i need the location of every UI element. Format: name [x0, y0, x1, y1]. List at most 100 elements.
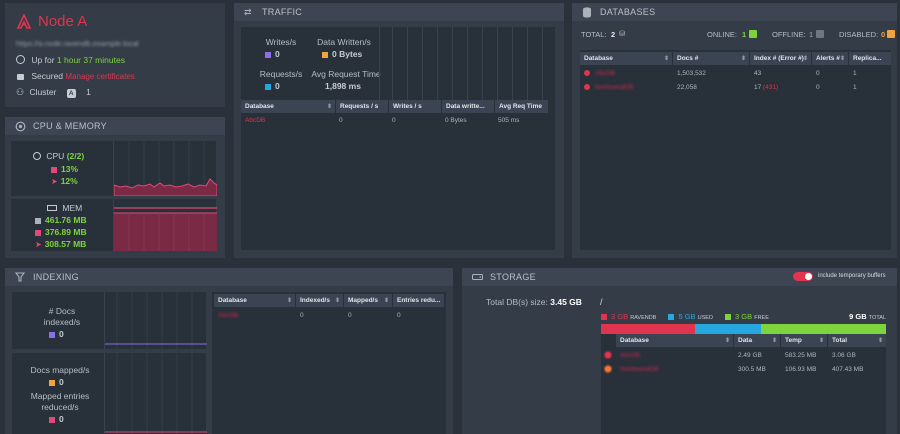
traffic-col-requests[interactable]: Requests / s — [335, 100, 388, 113]
manage-certificates-link[interactable]: Manage certificates — [65, 72, 134, 81]
grid-line — [467, 27, 468, 100]
temp-buffers-label[interactable]: include temporary buffers — [818, 273, 886, 279]
st-col-database[interactable]: Database ⬍ — [616, 334, 733, 347]
db-row-index-errors[interactable]: (431) — [763, 84, 778, 91]
idx-col-database[interactable]: Database ⬍ — [214, 294, 295, 307]
cluster-node-badge[interactable]: A — [66, 89, 76, 98]
ravendb-size: 3 GB — [611, 312, 629, 321]
storage-panel: STORAGE include temporary buffers Total … — [462, 268, 897, 434]
db-status-dot — [584, 84, 590, 90]
sort-icon[interactable]: ⬍ — [335, 297, 340, 304]
table-row[interactable]: AbcDB 1,503,532 43 0 1 — [580, 67, 891, 79]
storage-title: STORAGE — [490, 272, 536, 282]
st-row-total: 407.43 MB — [832, 365, 864, 373]
sort-icon[interactable]: ⬍ — [772, 337, 777, 344]
temp-buffers-toggle[interactable] — [793, 272, 813, 281]
node-url[interactable]: https://a.node.ravendb.example.local — [16, 39, 139, 48]
traffic-col-avg-req[interactable]: Avg Req Time — [494, 100, 548, 113]
st-row-data: 2.49 GB — [738, 351, 762, 359]
sort-icon[interactable]: ⬍ — [327, 103, 332, 110]
db-row-docs: 1,503,532 — [677, 69, 706, 77]
cpu-machine-value: 13% — [61, 164, 79, 174]
data-written-color-icon — [322, 51, 328, 58]
traffic-row-db[interactable]: AbcDB — [241, 114, 265, 126]
sort-icon[interactable]: ⬍ — [741, 55, 746, 62]
db-col-docs[interactable]: Docs # ⬍ — [673, 52, 749, 65]
sort-icon[interactable]: ⬍ — [878, 337, 883, 344]
sort-icon[interactable]: ⬍ — [664, 55, 669, 62]
mem-box: MEM 461.76 MB 376.89 MB ➤ 308.57 MB — [11, 199, 217, 251]
table-row[interactable]: NorthwindDB 22,058 17 (431) 0 1 — [580, 81, 891, 93]
traffic-col-database[interactable]: Database ⬍ — [241, 100, 335, 113]
cpu-machine-row: 13% — [51, 164, 78, 174]
sort-icon[interactable]: ⬍ — [803, 55, 808, 62]
db-col-index[interactable]: Index # (Error #) ⬍ — [750, 52, 811, 65]
cpu-label-row: CPU (2/2) — [33, 151, 84, 161]
docs-mapped-graph — [104, 353, 207, 434]
st-row-temp: 106.93 MB — [785, 365, 817, 373]
sort-icon[interactable]: ⬍ — [384, 297, 389, 304]
indexing-table: Database ⬍ Indexed/s ⬍ Mapped/s ⬍ Entries r… — [212, 292, 446, 434]
sort-icon[interactable]: ⬍ — [840, 55, 845, 62]
traffic-stats-box: Writes/s 0 Data Written/s 0 Bytes Reques… — [241, 27, 555, 100]
db-online-label: ONLINE: — [707, 30, 738, 39]
idx-col-entries-reduced[interactable]: Entries redu... — [393, 294, 444, 307]
sort-icon[interactable]: ⬍ — [819, 337, 824, 344]
table-row[interactable]: NorthwindDB 300.5 MB 106.93 MB 407.43 MB — [601, 363, 886, 375]
st-col-data[interactable]: Data ⬍ — [734, 334, 780, 347]
indexing-header: INDEXING — [5, 268, 453, 286]
idx-row-mapped: 0 — [348, 311, 352, 319]
idx-col-mapped[interactable]: Mapped/s ⬍ — [344, 294, 392, 307]
docs-mapped-color-icon — [49, 379, 55, 386]
traffic-col-writes[interactable]: Writes / s — [388, 100, 441, 113]
st-col-total[interactable]: Total ⬍ — [828, 334, 886, 347]
traffic-icon: ⇄ — [244, 6, 252, 17]
db-online-icon — [749, 30, 757, 38]
grid-line — [482, 27, 483, 100]
reduced-color-icon — [49, 416, 55, 423]
mem-label: MEM — [62, 203, 83, 213]
sort-icon[interactable]: ⬍ — [287, 297, 292, 304]
table-row[interactable]: AbcDB 0 0 0 — [214, 309, 444, 321]
server-icon — [35, 217, 41, 224]
writes-color-icon — [265, 51, 271, 58]
db-total-label: TOTAL: — [581, 30, 607, 39]
table-row[interactable]: AbcDB 0 0 0 Bytes 505 ms — [241, 114, 555, 126]
st-col-temp[interactable]: Temp ⬍ — [781, 334, 827, 347]
cpu-icon — [15, 121, 26, 132]
grid-line — [497, 27, 498, 100]
idx-row-db[interactable]: AbcDB — [214, 309, 238, 321]
db-color-dot — [605, 352, 611, 358]
table-row[interactable]: AbcDB 2.49 GB 583.25 MB 3.06 GB — [601, 349, 886, 361]
db-col-replica[interactable]: Replica... — [849, 52, 891, 65]
idx-row-indexed: 0 — [300, 311, 304, 319]
docs-indexed-color-icon — [49, 331, 55, 338]
mem-managed-row: ➤ 308.57 MB — [35, 239, 86, 249]
db-row-docs: 22,058 — [677, 83, 697, 91]
traffic-table: Database ⬍ Requests / s Writes / s Data w… — [241, 100, 555, 250]
mem-working-value: 376.89 MB — [45, 227, 87, 237]
db-row-name[interactable]: NorthwindDB — [580, 81, 633, 93]
databases-header: DATABASES — [572, 3, 897, 21]
idx-col-indexed[interactable]: Indexed/s ⬍ — [296, 294, 343, 307]
sort-icon[interactable]: ⬍ — [725, 337, 730, 344]
traffic-row-data-written: 0 Bytes — [445, 116, 467, 124]
free-size: 3 GB — [735, 312, 753, 321]
cluster-label: Cluster — [29, 87, 57, 97]
avg-request-label: Avg Request Time — [311, 69, 381, 79]
cpu-memory-header: CPU & MEMORY — [5, 117, 225, 135]
requests-row: 0 — [265, 81, 280, 91]
disk-legend: 3 GB RAVENDB 5 GB USED 3 GB FREE 9 GB TO… — [601, 312, 886, 322]
free-label: FREE — [754, 315, 769, 321]
grid-line — [437, 27, 438, 100]
traffic-row-writes: 0 — [392, 116, 396, 124]
db-col-alerts[interactable]: Alerts # ⬍ — [812, 52, 848, 65]
st-row-db[interactable]: NorthwindDB — [616, 363, 658, 375]
cpu-graph — [113, 141, 218, 197]
node-panel: Node A https://a.node.ravendb.example.lo… — [5, 3, 225, 107]
traffic-col-data-written[interactable]: Data writte... — [441, 100, 494, 113]
data-written-row: 0 Bytes — [322, 49, 362, 59]
st-row-db[interactable]: AbcDB — [616, 349, 640, 361]
db-col-database[interactable]: Database ⬍ — [580, 52, 672, 65]
db-row-name[interactable]: AbcDB — [580, 67, 615, 79]
